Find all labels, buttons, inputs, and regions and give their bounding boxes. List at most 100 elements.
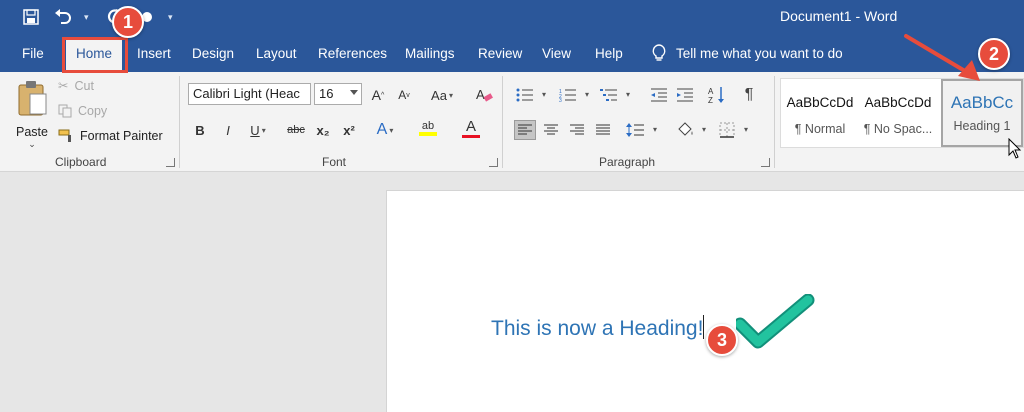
underline-button[interactable]: U ▾ bbox=[244, 120, 272, 140]
copy-label: Copy bbox=[78, 104, 108, 118]
tab-mailings[interactable]: Mailings bbox=[405, 46, 455, 61]
increase-indent-button[interactable] bbox=[674, 85, 696, 105]
style-preview: AaBbCcDd bbox=[864, 95, 932, 110]
font-size-value: 16 bbox=[319, 86, 334, 101]
tab-help[interactable]: Help bbox=[595, 46, 623, 61]
clear-formatting-button[interactable]: A bbox=[474, 85, 494, 105]
borders-icon bbox=[719, 122, 735, 138]
tab-review[interactable]: Review bbox=[478, 46, 522, 61]
shrink-font-button[interactable]: Av bbox=[396, 85, 412, 105]
justify-button[interactable] bbox=[592, 120, 614, 140]
quick-access-toolbar: ▾ ▾ bbox=[20, 6, 178, 28]
tab-file[interactable]: File bbox=[22, 46, 44, 61]
font-group-label: Font bbox=[322, 155, 347, 169]
font-launcher-icon[interactable] bbox=[489, 158, 498, 167]
align-right-button[interactable] bbox=[566, 120, 588, 140]
undo-icon[interactable] bbox=[52, 6, 74, 28]
paintbrush-icon bbox=[58, 129, 71, 142]
font-color-button[interactable]: A bbox=[454, 118, 488, 138]
multilevel-list-button[interactable] bbox=[598, 85, 620, 105]
mouse-pointer-icon bbox=[1008, 138, 1022, 159]
style-name: Heading 1 bbox=[953, 119, 1011, 133]
font-size-select[interactable]: 16 bbox=[314, 83, 362, 105]
align-left-icon bbox=[518, 124, 532, 135]
tab-insert[interactable]: Insert bbox=[137, 46, 171, 61]
align-left-button[interactable] bbox=[514, 120, 536, 140]
tab-view[interactable]: View bbox=[542, 46, 571, 61]
clipboard-launcher-icon[interactable] bbox=[166, 158, 175, 167]
save-icon[interactable] bbox=[20, 6, 42, 28]
decrease-indent-icon bbox=[651, 88, 667, 102]
paragraph-launcher-icon[interactable] bbox=[761, 158, 770, 167]
undo-dropdown-icon[interactable]: ▾ bbox=[84, 12, 94, 23]
font-name-select[interactable]: Calibri Light (Heac bbox=[188, 83, 311, 105]
group-separator bbox=[179, 76, 180, 168]
font-color-bar bbox=[462, 135, 480, 138]
tell-me-box[interactable]: Tell me what you want to do bbox=[652, 44, 843, 62]
sort-button[interactable]: AZ bbox=[706, 85, 728, 105]
heading-paragraph[interactable]: This is now a Heading! bbox=[491, 315, 705, 341]
numbering-icon: 123 bbox=[559, 89, 576, 102]
underline-icon: U bbox=[250, 122, 260, 138]
line-spacing-button[interactable] bbox=[624, 120, 646, 140]
highlight-home-tab-box bbox=[62, 37, 128, 73]
multilevel-list-icon bbox=[600, 89, 617, 101]
paste-dropdown-icon[interactable]: ⌄ bbox=[14, 139, 50, 150]
show-formatting-marks-button[interactable]: ¶ bbox=[738, 85, 760, 105]
strikethrough-button[interactable]: abc bbox=[284, 120, 308, 140]
change-case-button[interactable]: Aa ▾ bbox=[426, 85, 458, 105]
shading-dropdown-icon[interactable]: ▾ bbox=[702, 125, 706, 134]
customize-icon[interactable]: ▾ bbox=[168, 12, 178, 23]
tell-me-label: Tell me what you want to do bbox=[676, 45, 843, 61]
italic-button[interactable]: I bbox=[220, 120, 236, 140]
multilevel-dropdown-icon[interactable]: ▾ bbox=[626, 90, 630, 99]
format-painter-button[interactable]: Format Painter bbox=[58, 129, 163, 143]
svg-text:Z: Z bbox=[708, 96, 713, 104]
superscript-button[interactable]: x² bbox=[340, 120, 358, 140]
copy-button[interactable]: Copy bbox=[58, 104, 107, 118]
svg-text:3: 3 bbox=[559, 98, 562, 102]
highlight-icon: ab bbox=[421, 120, 435, 132]
borders-dropdown-icon[interactable]: ▾ bbox=[744, 125, 748, 134]
step-3-callout: 3 bbox=[706, 324, 738, 356]
subscript-button[interactable]: x₂ bbox=[314, 120, 332, 140]
bold-button[interactable]: B bbox=[192, 120, 208, 140]
numbering-button[interactable]: 123 bbox=[557, 85, 579, 105]
font-name-value: Calibri Light (Heac bbox=[193, 86, 300, 101]
style-preview: AaBbCc bbox=[950, 93, 1014, 112]
borders-button[interactable] bbox=[716, 120, 738, 140]
document-page[interactable]: This is now a Heading! bbox=[386, 190, 1024, 412]
numbering-dropdown-icon[interactable]: ▾ bbox=[585, 90, 589, 99]
decrease-indent-button[interactable] bbox=[648, 85, 670, 105]
bullets-dropdown-icon[interactable]: ▾ bbox=[542, 90, 546, 99]
format-painter-label: Format Painter bbox=[80, 129, 163, 143]
svg-text:A: A bbox=[476, 87, 485, 102]
highlight-button[interactable]: ab bbox=[412, 118, 444, 138]
title-bar: ▾ ▾ Document1 - Word bbox=[0, 0, 1024, 36]
paste-button[interactable]: Paste ⌄ bbox=[14, 80, 50, 150]
grow-font-icon: A bbox=[371, 87, 382, 103]
line-spacing-icon bbox=[626, 123, 644, 137]
shading-button[interactable] bbox=[674, 120, 696, 140]
font-color-icon: A bbox=[465, 118, 476, 135]
scissors-icon: ✂ bbox=[58, 79, 69, 93]
style-normal[interactable]: AaBbCcDd ¶ Normal bbox=[781, 79, 859, 147]
paint-bucket-icon bbox=[678, 122, 693, 136]
grow-font-button[interactable]: A ^ bbox=[370, 85, 386, 105]
lightbulb-icon bbox=[652, 44, 666, 61]
style-name: ¶ No Spac... bbox=[863, 122, 933, 136]
heading-text: This is now a Heading! bbox=[491, 317, 704, 340]
paste-label: Paste bbox=[16, 125, 48, 139]
copy-icon bbox=[58, 104, 72, 118]
group-separator bbox=[502, 76, 503, 168]
red-arrow-icon bbox=[904, 34, 980, 81]
tab-references[interactable]: References bbox=[318, 46, 387, 61]
align-center-button[interactable] bbox=[540, 120, 562, 140]
cut-button[interactable]: ✂ Cut bbox=[58, 78, 94, 94]
line-spacing-dropdown-icon[interactable]: ▾ bbox=[653, 125, 657, 134]
text-effects-button[interactable]: A ▾ bbox=[370, 120, 400, 140]
tab-design[interactable]: Design bbox=[192, 46, 234, 61]
bullets-button[interactable] bbox=[514, 85, 536, 105]
step-1-callout: 1 bbox=[112, 6, 144, 38]
tab-layout[interactable]: Layout bbox=[256, 46, 297, 61]
